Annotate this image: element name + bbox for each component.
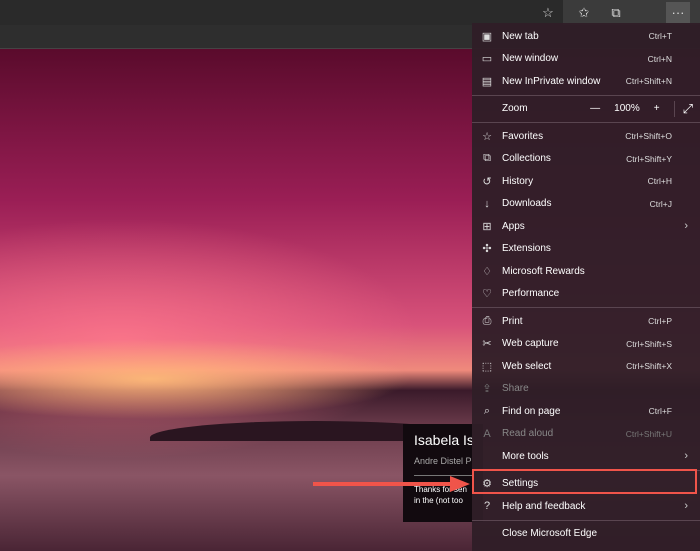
menu-item-more-tools[interactable]: More tools ›	[472, 445, 700, 468]
menu-item-print[interactable]: ⎙ Print Ctrl+P	[472, 310, 700, 333]
menu-item-label: Share	[502, 383, 529, 395]
shortcut: Ctrl+F	[648, 406, 672, 417]
menu-item-label: New InPrivate window	[502, 75, 601, 87]
inprivate-icon: ▤	[481, 75, 493, 88]
menu-item-label: Print	[502, 315, 523, 327]
rewards-icon: ♢	[482, 265, 492, 278]
share-icon: ⇪	[482, 383, 492, 396]
shortcut: Ctrl+N	[647, 53, 672, 64]
menu-item-collections[interactable]: ⧉ Collections Ctrl+Shift+Y	[472, 148, 700, 171]
menu-item-label: Apps	[502, 220, 525, 232]
menu-item-label: Zoom	[502, 103, 528, 115]
menu-item-label: New tab	[502, 30, 539, 42]
menu-item-new-window[interactable]: ▭ New window Ctrl+N	[472, 48, 700, 71]
menu-item-label: Microsoft Rewards	[502, 265, 585, 277]
collections-icon[interactable]: ⧉	[603, 2, 629, 23]
menu-item-label: Favorites	[502, 130, 544, 142]
menu-item-label: Find on page	[502, 405, 561, 417]
zoom-control: — 100% + ⤢	[583, 100, 700, 117]
menu-item-label: New window	[502, 53, 559, 65]
menu-item-apps[interactable]: ⊞ Apps ›	[472, 215, 700, 238]
extensions-icon: ✣	[482, 243, 492, 256]
shortcut: Ctrl+Shift+U	[625, 428, 672, 439]
menu-item-label: Extensions	[502, 243, 551, 255]
read-aloud-icon: A	[483, 427, 491, 440]
shortcut: Ctrl+Shift+S	[626, 338, 672, 349]
arrow-head	[450, 476, 470, 492]
web-capture-icon: ✂	[482, 338, 492, 351]
menu-item-label: Read aloud	[502, 428, 554, 440]
chevron-right-icon: ›	[684, 220, 688, 233]
image-info-card[interactable]: Isabela Is Andre Distel P Thanks for sen…	[403, 424, 483, 522]
menu-item-label: Collections	[502, 153, 551, 165]
menu-item-favorites[interactable]: ☆ Favorites Ctrl+Shift+O	[472, 125, 700, 148]
menu-item-close-microsoft-edge[interactable]: Close Microsoft Edge	[472, 523, 700, 546]
menu-item-new-inprivate-window[interactable]: ▤ New InPrivate window Ctrl+Shift+N	[472, 70, 700, 93]
menu-item-new-tab[interactable]: ▣ New tab Ctrl+T	[472, 25, 700, 48]
zoom-out-button[interactable]: —	[590, 103, 600, 114]
menu-separator	[472, 122, 700, 123]
favorite-add-icon[interactable]: ☆	[535, 2, 561, 23]
menu-item-microsoft-rewards[interactable]: ♢ Microsoft Rewards	[472, 260, 700, 283]
more-button[interactable]: ···	[666, 2, 690, 23]
browser-toolbar: ☆ ✩ ⧉ ···	[0, 0, 700, 25]
performance-icon: ♡	[482, 288, 492, 301]
history-icon: ↺	[482, 175, 492, 188]
menu-item-read-aloud[interactable]: A Read aloud Ctrl+Shift+U	[472, 423, 700, 446]
menu-separator	[472, 94, 700, 96]
fullscreen-button[interactable]: ⤢	[673, 100, 693, 117]
shortcut: Ctrl+T	[648, 31, 672, 42]
collections-icon: ⧉	[483, 152, 491, 165]
menu-item-label: More tools	[502, 450, 549, 462]
shortcut: Ctrl+Shift+N	[625, 76, 672, 87]
settings-highlight	[472, 469, 697, 494]
menu-separator	[472, 307, 700, 308]
menu-item-share[interactable]: ⇪ Share	[472, 378, 700, 401]
chevron-right-icon: ›	[684, 500, 688, 513]
menu-item-label: History	[502, 175, 534, 187]
chevron-right-icon: ›	[684, 450, 688, 463]
new-window-icon: ▭	[481, 53, 493, 66]
shortcut: Ctrl+J	[649, 198, 672, 209]
downloads-icon: ↓	[484, 197, 490, 210]
menu-item-label: Web select	[502, 360, 552, 372]
favorites-icon: ☆	[482, 130, 492, 143]
apps-icon: ⊞	[482, 220, 492, 233]
menu-item-find-on-page[interactable]: ⌕ Find on page Ctrl+F	[472, 400, 700, 423]
menu-item-help-and-feedback[interactable]: ? Help and feedback ›	[472, 495, 700, 518]
menu-item-performance[interactable]: ♡ Performance	[472, 283, 700, 306]
zoom-in-button[interactable]: +	[654, 103, 660, 114]
menu-item-label: Close Microsoft Edge	[502, 528, 598, 540]
card-body: in the (not too	[414, 496, 463, 505]
address-bar[interactable]	[0, 0, 563, 25]
card-author: Andre Distel P	[414, 456, 472, 466]
arrow-annotation	[313, 482, 453, 486]
menu-item-zoom[interactable]: Zoom — 100% + ⤢	[472, 98, 700, 121]
zoom-value: 100%	[614, 103, 640, 115]
menu-item-label: Performance	[502, 288, 560, 300]
menu-item-downloads[interactable]: ↓ Downloads Ctrl+J	[472, 193, 700, 216]
shortcut: Ctrl+P	[648, 316, 672, 327]
menu-item-web-select[interactable]: ⬚ Web select Ctrl+Shift+X	[472, 355, 700, 378]
favorites-icon[interactable]: ✩	[571, 2, 597, 23]
help-icon: ?	[483, 500, 491, 513]
new-tab-icon: ▣	[481, 30, 493, 43]
print-icon: ⎙	[482, 314, 492, 327]
menu-item-label: Downloads	[502, 198, 552, 210]
menu-item-web-capture[interactable]: ✂ Web capture Ctrl+Shift+S	[472, 333, 700, 356]
menu-item-label: Help and feedback	[502, 500, 586, 512]
menu-item-extensions[interactable]: ✣ Extensions	[472, 238, 700, 261]
web-select-icon: ⬚	[481, 360, 493, 373]
shortcut: Ctrl+Shift+Y	[626, 153, 672, 164]
shortcut: Ctrl+Shift+O	[625, 131, 672, 142]
card-title: Isabela Is	[414, 432, 474, 448]
menu-item-label: Web capture	[502, 338, 559, 350]
shortcut: Ctrl+Shift+X	[626, 361, 672, 372]
menu-separator	[472, 519, 700, 521]
menu-item-history[interactable]: ↺ History Ctrl+H	[472, 170, 700, 193]
find-icon: ⌕	[483, 404, 491, 417]
shortcut: Ctrl+H	[647, 176, 672, 187]
